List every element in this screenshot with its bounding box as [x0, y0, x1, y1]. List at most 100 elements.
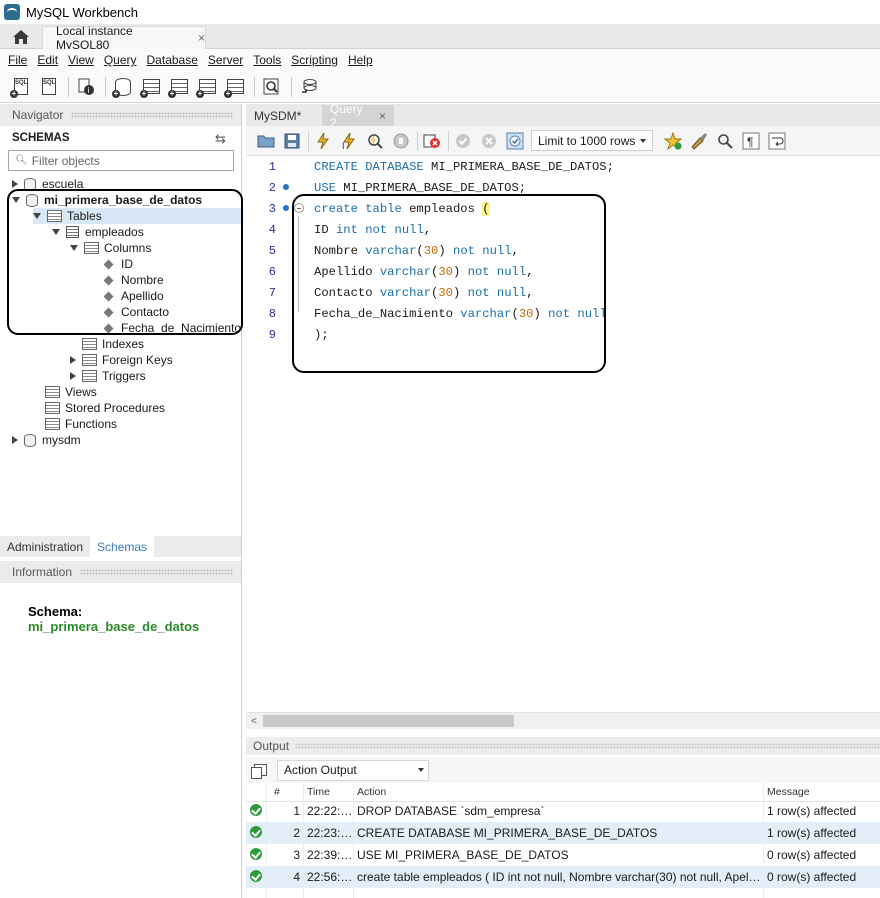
horizontal-scrollbar[interactable]: < [246, 712, 880, 729]
menu-tools[interactable]: Tools [253, 53, 281, 67]
tree-item-mi-primera-base-de-datos[interactable]: mi_primera_base_de_datos [12, 192, 202, 208]
window-title: MySQL Workbench [26, 4, 138, 20]
execute-button[interactable] [313, 131, 333, 151]
tree-item-functions[interactable]: Functions [45, 416, 117, 432]
code-line: 8 Fecha_de_Nacimiento varchar(30) not nu… [268, 306, 607, 321]
explain-button[interactable] [365, 131, 385, 151]
close-icon[interactable]: × [198, 31, 205, 45]
menu-bar: File Edit View Query Database Server Too… [0, 49, 880, 71]
rollback-button[interactable] [479, 131, 499, 151]
tree-item-column[interactable]: Apellido [102, 288, 164, 304]
reconnect-button[interactable] [298, 76, 320, 98]
search-icon [263, 78, 279, 94]
create-table-button[interactable]: + [140, 76, 162, 98]
tree-item-column[interactable]: Nombre [102, 272, 164, 288]
create-view-button[interactable]: + [168, 76, 190, 98]
collapse-icon[interactable] [12, 197, 20, 203]
column-header-action: Action [357, 786, 387, 798]
output-type-select[interactable]: Action Output [277, 759, 429, 781]
new-sql-tab-button[interactable]: + [10, 76, 32, 98]
tree-item-column[interactable]: Contacto [102, 304, 169, 320]
database-icon [26, 193, 38, 207]
add-snippet-button[interactable] [663, 131, 683, 151]
table-row[interactable]: 2 22:23:28 CREATE DATABASE MI_PRIMERA_BA… [246, 822, 880, 844]
expand-icon[interactable] [12, 180, 18, 188]
tree-item-empleados[interactable]: empleados [52, 224, 144, 240]
limit-rows-select[interactable]: Limit to 1000 rows [531, 130, 653, 151]
create-function-button[interactable]: + [224, 76, 246, 98]
folder-icon [45, 386, 60, 398]
execute-current-button[interactable]: I [339, 131, 359, 151]
tree-item-escuela[interactable]: escuela [12, 176, 83, 192]
success-icon [250, 825, 262, 838]
menu-edit[interactable]: Edit [37, 53, 58, 67]
inspector-button[interactable]: i [75, 76, 97, 98]
beautify-button[interactable] [689, 131, 709, 151]
tab-mysdm[interactable]: MySDM* [246, 105, 322, 126]
open-file-button[interactable] [256, 131, 276, 151]
table-row[interactable]: 3 22:39:49 USE MI_PRIMERA_BASE_DE_DATOS … [246, 844, 880, 866]
create-procedure-button[interactable]: + [196, 76, 218, 98]
tab-schemas[interactable]: Schemas [90, 536, 155, 557]
filter-objects-input[interactable] [31, 153, 222, 168]
table-row[interactable]: 1 22:22:26 DROP DATABASE `sdm_empresa` 1… [246, 800, 880, 822]
output-type-value: Action Output [284, 763, 357, 777]
svg-text:i: i [88, 86, 90, 95]
tree-item-stored-procedures[interactable]: Stored Procedures [45, 400, 165, 416]
column-header-message: Message [767, 786, 810, 798]
scroll-left-icon[interactable]: < [251, 716, 257, 727]
connection-tab[interactable]: Local instance MySQL80 × [42, 24, 206, 52]
column-icon [103, 307, 114, 317]
limit-rows-value: Limit to 1000 rows [538, 133, 636, 148]
sql-editor[interactable]: 1 CREATE DATABASE MI_PRIMERA_BASE_DE_DAT… [246, 156, 880, 712]
autocommit-button[interactable] [505, 131, 525, 151]
search-table-data-button[interactable] [261, 76, 283, 98]
menu-file[interactable]: File [8, 53, 27, 67]
tree-item-indexes[interactable]: Indexes [82, 336, 144, 352]
tree-item-tables[interactable]: Tables [33, 208, 241, 224]
tree-item-columns[interactable]: Columns [70, 240, 151, 256]
code-line: 3 create table empleados ( [268, 201, 490, 216]
home-tab[interactable] [0, 24, 42, 49]
tab-administration[interactable]: Administration [0, 536, 90, 557]
close-icon[interactable]: × [379, 109, 386, 123]
table-row[interactable]: 4 22:56:58 create table empleados ( ID i… [246, 866, 880, 888]
expand-icon[interactable] [12, 436, 18, 444]
collapse-icon[interactable] [33, 213, 41, 219]
tree-item-column[interactable]: ID [102, 256, 133, 272]
find-button[interactable] [715, 131, 735, 151]
tree-item-foreign-keys[interactable]: Foreign Keys [70, 352, 173, 368]
menu-server[interactable]: Server [208, 53, 243, 67]
create-schema-button[interactable]: + [112, 76, 134, 98]
statement-marker-icon [283, 205, 289, 211]
reconnect-icon [302, 78, 317, 93]
expand-icon[interactable] [70, 356, 76, 364]
expand-icon[interactable] [70, 372, 76, 380]
filter-objects-field[interactable]: 🔍︎ [8, 150, 234, 171]
tree-item-mysdm[interactable]: mysdm [12, 432, 81, 448]
refresh-icon[interactable]: ⇆ [215, 131, 226, 147]
save-button[interactable] [282, 131, 302, 151]
scrollbar-thumb[interactable] [263, 715, 514, 727]
menu-help[interactable]: Help [348, 53, 373, 67]
tree-item-column[interactable]: Fecha_de_Nacimiento [102, 320, 241, 336]
tree-item-views[interactable]: Views [45, 384, 97, 400]
tree-item-triggers[interactable]: Triggers [70, 368, 146, 384]
menu-database[interactable]: Database [147, 53, 198, 67]
open-sql-script-button[interactable] [38, 76, 60, 98]
invisible-chars-button[interactable]: ¶ [741, 131, 761, 151]
information-header: Information [0, 561, 241, 583]
menu-view[interactable]: View [68, 53, 94, 67]
stop-button[interactable] [391, 131, 411, 151]
collapse-icon[interactable] [52, 229, 60, 235]
commit-button[interactable] [453, 131, 473, 151]
fold-icon[interactable] [294, 203, 304, 213]
collapse-icon[interactable] [70, 245, 78, 251]
copy-icon[interactable] [251, 764, 267, 779]
menu-query[interactable]: Query [104, 53, 137, 67]
toggle-error-button[interactable] [422, 131, 442, 151]
word-wrap-button[interactable] [767, 131, 787, 151]
tab-query-2[interactable]: Query 2 × [322, 102, 394, 130]
menu-scripting[interactable]: Scripting [291, 53, 338, 67]
table-icon [66, 226, 79, 238]
